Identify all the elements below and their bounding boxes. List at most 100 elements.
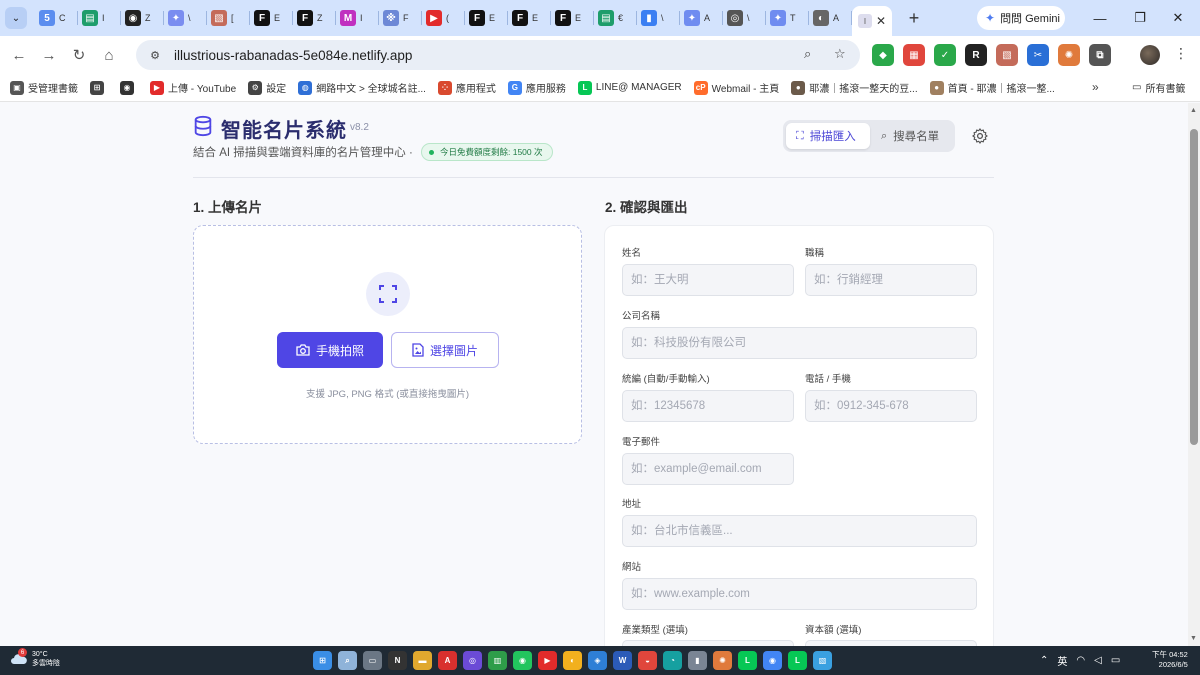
more-bookmarks-icon[interactable]: » bbox=[1092, 80, 1099, 94]
browser-tab[interactable]: FE bbox=[465, 0, 508, 36]
browser-tab[interactable]: 5C bbox=[35, 0, 78, 36]
taskbar-app-icon[interactable]: A bbox=[438, 651, 457, 670]
browser-tab[interactable]: ▮ \ bbox=[637, 0, 680, 36]
tab-scan-import[interactable]: ⛶ 掃描匯入 bbox=[786, 123, 870, 149]
browser-tab[interactable]: FE bbox=[508, 0, 551, 36]
taskbar-app-icon[interactable]: ▧ bbox=[813, 651, 832, 670]
active-tab[interactable]: I ✕ bbox=[852, 6, 892, 36]
minimize-window-icon[interactable]: — bbox=[1078, 0, 1122, 36]
bookmark-item[interactable]: ◉ bbox=[120, 80, 138, 95]
taskbar-app-icon[interactable]: ▥ bbox=[488, 651, 507, 670]
bookmark-star-icon[interactable]: ☆ bbox=[834, 46, 846, 62]
extension-icon[interactable]: ⧉ bbox=[1089, 44, 1111, 66]
tab-search-chevron-icon[interactable]: ⌄ bbox=[5, 7, 27, 29]
website-input[interactable] bbox=[622, 578, 977, 610]
close-window-icon[interactable]: ✕ bbox=[1156, 0, 1200, 36]
browser-tab[interactable]: FE bbox=[551, 0, 594, 36]
bookmark-item[interactable]: G 應用服務 bbox=[507, 80, 566, 95]
profile-avatar[interactable] bbox=[1140, 45, 1160, 65]
back-arrow-icon[interactable]: ← bbox=[4, 40, 34, 70]
bookmark-item[interactable]: ● 耶濃｜搖滾一整天的豆... bbox=[791, 80, 918, 95]
taskbar-app-icon[interactable]: ◈ bbox=[588, 651, 607, 670]
omnibox[interactable]: ⚙ illustrious-rabanadas-5e084e.netlify.a… bbox=[136, 40, 860, 70]
scroll-up-icon[interactable]: ▲ bbox=[1190, 107, 1197, 114]
browser-tab[interactable]: MI bbox=[336, 0, 379, 36]
browser-tab[interactable]: ▧[ bbox=[207, 0, 250, 36]
browser-tab[interactable]: FZ bbox=[293, 0, 336, 36]
close-tab-icon[interactable]: ✕ bbox=[876, 14, 886, 28]
extension-icon[interactable]: R bbox=[965, 44, 987, 66]
taskbar-app-icon[interactable]: N bbox=[388, 651, 407, 670]
taskbar-app-icon[interactable]: ✺ bbox=[713, 651, 732, 670]
camera-capture-button[interactable]: 手機拍照 bbox=[277, 332, 383, 368]
tray-expand-icon[interactable]: ⌃ bbox=[1040, 655, 1048, 666]
extension-icon[interactable]: ✺ bbox=[1058, 44, 1080, 66]
browser-tab[interactable]: ✦ A bbox=[680, 0, 723, 36]
choose-image-button[interactable]: 選擇圖片 bbox=[391, 332, 499, 368]
forward-arrow-icon[interactable]: → bbox=[34, 40, 64, 70]
browser-tab[interactable]: ▤ € bbox=[594, 0, 637, 36]
phone-input[interactable] bbox=[805, 390, 977, 422]
bookmark-item[interactable]: cP Webmail - 主頁 bbox=[693, 80, 779, 95]
new-tab-button[interactable]: + bbox=[902, 6, 926, 30]
tab-search-list[interactable]: ⌕ 搜尋名單 bbox=[871, 123, 949, 149]
battery-icon[interactable]: ▭ bbox=[1111, 655, 1120, 666]
taskbar-app-icon[interactable]: ◒ bbox=[638, 651, 657, 670]
taskbar-app-icon[interactable]: ⊞ bbox=[313, 651, 332, 670]
wifi-icon[interactable]: ◠ bbox=[1076, 655, 1085, 666]
weather-widget[interactable]: 6 30°C 多雲時陰 bbox=[10, 648, 60, 668]
taskbar-app-icon[interactable]: ▬ bbox=[413, 651, 432, 670]
extension-icon[interactable]: ▦ bbox=[903, 44, 925, 66]
browser-tab[interactable]: ✦ T bbox=[766, 0, 809, 36]
upload-dropzone[interactable]: 手機拍照 選擇圖片 支援 JPG, PNG 格式 (或直接拖曳圖片) bbox=[193, 225, 582, 444]
job-title-input[interactable] bbox=[805, 264, 977, 296]
taskbar-app-icon[interactable]: ◎ bbox=[463, 651, 482, 670]
scroll-thumb[interactable] bbox=[1190, 129, 1198, 445]
zoom-search-icon[interactable]: ⌕ bbox=[804, 46, 811, 62]
address-input[interactable] bbox=[622, 515, 977, 547]
bookmark-item[interactable]: ⊞ bbox=[90, 80, 108, 95]
taskbar-app-icon[interactable]: ▭ bbox=[363, 651, 382, 670]
browser-tab[interactable]: ✦ \ bbox=[164, 0, 207, 36]
taskbar-app-icon[interactable]: L bbox=[788, 651, 807, 670]
taskbar-app-icon[interactable]: ▮ bbox=[688, 651, 707, 670]
name-input[interactable] bbox=[622, 264, 794, 296]
gemini-button[interactable]: ✦ 問問 Gemini bbox=[977, 6, 1065, 30]
volume-icon[interactable]: ◁ bbox=[1094, 655, 1102, 666]
extension-icon[interactable]: ◆ bbox=[872, 44, 894, 66]
extension-icon[interactable]: ✂ bbox=[1027, 44, 1049, 66]
bookmark-item[interactable]: ◍ 網路中文 > 全球城名註... bbox=[298, 80, 426, 95]
browser-tab[interactable]: ◐ A bbox=[809, 0, 852, 36]
company-input[interactable] bbox=[622, 327, 977, 359]
bookmark-item[interactable]: L LINE@ MANAGER bbox=[577, 80, 682, 95]
browser-tab[interactable]: FE bbox=[250, 0, 293, 36]
taskbar-app-icon[interactable]: ◉ bbox=[513, 651, 532, 670]
taskbar-app-icon[interactable]: ◔ bbox=[663, 651, 682, 670]
clock[interactable]: 下午 04:52 2026/6/5 bbox=[1152, 650, 1188, 670]
all-bookmarks-button[interactable]: ▭ 所有書籤 bbox=[1132, 80, 1185, 95]
tax-id-input[interactable] bbox=[622, 390, 794, 422]
email-input[interactable] bbox=[622, 453, 794, 485]
browser-tab[interactable]: ◎ \ bbox=[723, 0, 766, 36]
settings-gear-icon[interactable] bbox=[971, 127, 989, 145]
scroll-down-icon[interactable]: ▼ bbox=[1190, 635, 1197, 642]
url-text[interactable]: illustrious-rabanadas-5e084e.netlify.app bbox=[174, 48, 412, 63]
extension-icon[interactable]: ▧ bbox=[996, 44, 1018, 66]
reload-icon[interactable]: ↻ bbox=[64, 40, 94, 70]
taskbar-app-icon[interactable]: W bbox=[613, 651, 632, 670]
browser-tab[interactable]: ▤ I bbox=[78, 0, 121, 36]
taskbar-app-icon[interactable]: ◉ bbox=[763, 651, 782, 670]
browser-tab[interactable]: ◉ Z bbox=[121, 0, 164, 36]
home-icon[interactable]: ⌂ bbox=[94, 40, 124, 70]
bookmark-item[interactable]: ⁘ 應用程式 bbox=[437, 80, 496, 95]
bookmark-item[interactable]: ▣ 受管理書籤 bbox=[10, 80, 78, 95]
browser-tab[interactable]: ▶( bbox=[422, 0, 465, 36]
bookmark-item[interactable]: ● 首頁 - 耶濃｜搖滾一整... bbox=[929, 80, 1055, 95]
browser-menu-icon[interactable]: ⋮ bbox=[1174, 45, 1188, 62]
taskbar-app-icon[interactable]: ▶ bbox=[538, 651, 557, 670]
taskbar-app-icon[interactable]: L bbox=[738, 651, 757, 670]
page-scrollbar[interactable]: ▲ ▼ bbox=[1188, 103, 1200, 646]
site-info-icon[interactable]: ⚙ bbox=[146, 46, 164, 64]
ime-indicator[interactable]: 英 bbox=[1057, 653, 1067, 668]
bookmark-item[interactable]: ▶ 上傳 - YouTube bbox=[150, 80, 236, 95]
